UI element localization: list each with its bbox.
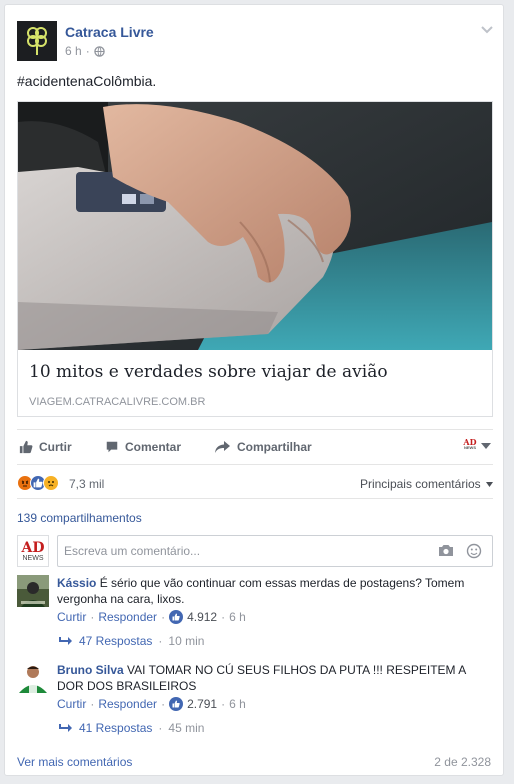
page-name-link[interactable]: Catraca Livre — [65, 24, 154, 40]
like-label: Curtir — [39, 440, 72, 454]
comment-actions: Curtir · Responder · 2.791 · 6 h — [57, 697, 246, 711]
comment-button[interactable]: Comentar — [105, 440, 181, 454]
like-button[interactable]: Curtir — [19, 440, 72, 454]
link-preview[interactable]: 10 mitos e verdades sobre viajar de aviã… — [17, 101, 493, 417]
comment-reply-link[interactable]: Responder — [98, 610, 157, 624]
page-voice-selector[interactable]: AD NEWS — [463, 438, 491, 454]
comment-composer[interactable] — [57, 535, 493, 567]
thumbs-up-icon — [19, 440, 33, 454]
post-action-bar: Curtir Comentar Compartilhar AD NEWS — [17, 429, 493, 465]
camera-icon[interactable] — [438, 544, 454, 560]
replies-time: 45 min — [168, 721, 205, 735]
comment-icon — [106, 441, 118, 453]
like-badge-icon — [169, 610, 184, 624]
comment-like-count[interactable]: 4.912 — [187, 610, 217, 624]
sort-caret-icon — [486, 482, 493, 488]
link-preview-image[interactable] — [18, 102, 492, 350]
comment-like-count[interactable]: 2.791 — [187, 697, 217, 711]
comment-text: Bruno Silva VAI TOMAR NO CÚ SEUS FILHOS … — [57, 662, 487, 694]
comment-author[interactable]: Bruno Silva — [57, 663, 124, 677]
sort-label: Principais comentários — [359, 477, 481, 491]
comment-label: Comentar — [125, 440, 182, 454]
reaction-icons[interactable] — [17, 475, 59, 491]
post-time[interactable]: 6 h — [65, 44, 82, 58]
comment-like-link[interactable]: Curtir — [57, 697, 86, 711]
link-title[interactable]: 10 mitos e verdades sobre viajar de aviã… — [29, 362, 388, 382]
commenter-avatar[interactable] — [17, 575, 49, 607]
comment-input[interactable] — [58, 536, 418, 566]
comments-pagination: 2 de 2.328 — [434, 755, 491, 769]
airplane-seat-hand-image — [18, 102, 492, 350]
comment-time[interactable]: 6 h — [229, 697, 246, 711]
page-avatar[interactable] — [17, 21, 57, 61]
replies-time: 10 min — [168, 634, 205, 648]
share-arrow-icon — [215, 441, 230, 453]
catraca-logo-icon — [27, 27, 47, 55]
caret-down-icon — [481, 443, 491, 449]
globe-icon — [93, 45, 105, 57]
share-button[interactable]: Compartilhar — [215, 440, 312, 454]
comment-message: É sério que vão continuar com essas merd… — [57, 576, 465, 606]
meta-separator: · — [85, 44, 90, 58]
comment-sort-dropdown[interactable]: Principais comentários — [360, 477, 493, 491]
replies-link[interactable]: 41 Respostas · 45 min — [59, 721, 204, 735]
comment-text: Kássio É sério que vão continuar com ess… — [57, 575, 487, 607]
replies-count[interactable]: 47 Respostas — [79, 634, 152, 648]
reactions-summary: 7,3 mil Principais comentários — [17, 469, 493, 499]
comment-reply-link[interactable]: Responder — [98, 697, 157, 711]
replies-count[interactable]: 41 Respostas — [79, 721, 152, 735]
commenter-avatar[interactable] — [17, 661, 49, 693]
shares-count-link[interactable]: 139 compartilhamentos — [17, 511, 142, 525]
comment-actions: Curtir · Responder · 4.912 · 6 h — [57, 610, 246, 624]
replies-link[interactable]: 47 Respostas · 10 min — [59, 634, 204, 648]
emoji-icon[interactable] — [466, 543, 482, 562]
share-label: Compartilhar — [237, 440, 312, 454]
comment-author[interactable]: Kássio — [57, 576, 96, 590]
reply-arrow-icon — [59, 637, 72, 645]
composer-avatar: AD NEWS — [17, 535, 49, 567]
link-domain: VIAGEM.CATRACALIVRE.COM.BR — [29, 396, 206, 408]
view-more-comments-link[interactable]: Ver mais comentários — [17, 755, 132, 769]
like-badge-icon — [169, 697, 184, 711]
post-meta: 6 h · — [65, 44, 105, 58]
reaction-count[interactable]: 7,3 mil — [69, 477, 104, 491]
page-voice-avatar: AD NEWS — [463, 437, 477, 450]
reply-arrow-icon — [59, 724, 72, 732]
comment-time[interactable]: 6 h — [229, 610, 246, 624]
post-card: Catraca Livre 6 h · #acidentenaColômbia. — [4, 4, 504, 776]
post-options-chevron-icon[interactable] — [481, 23, 493, 37]
post-text: #acidentenaColômbia. — [17, 73, 157, 89]
comment-like-link[interactable]: Curtir — [57, 610, 86, 624]
sad-icon — [43, 475, 59, 491]
